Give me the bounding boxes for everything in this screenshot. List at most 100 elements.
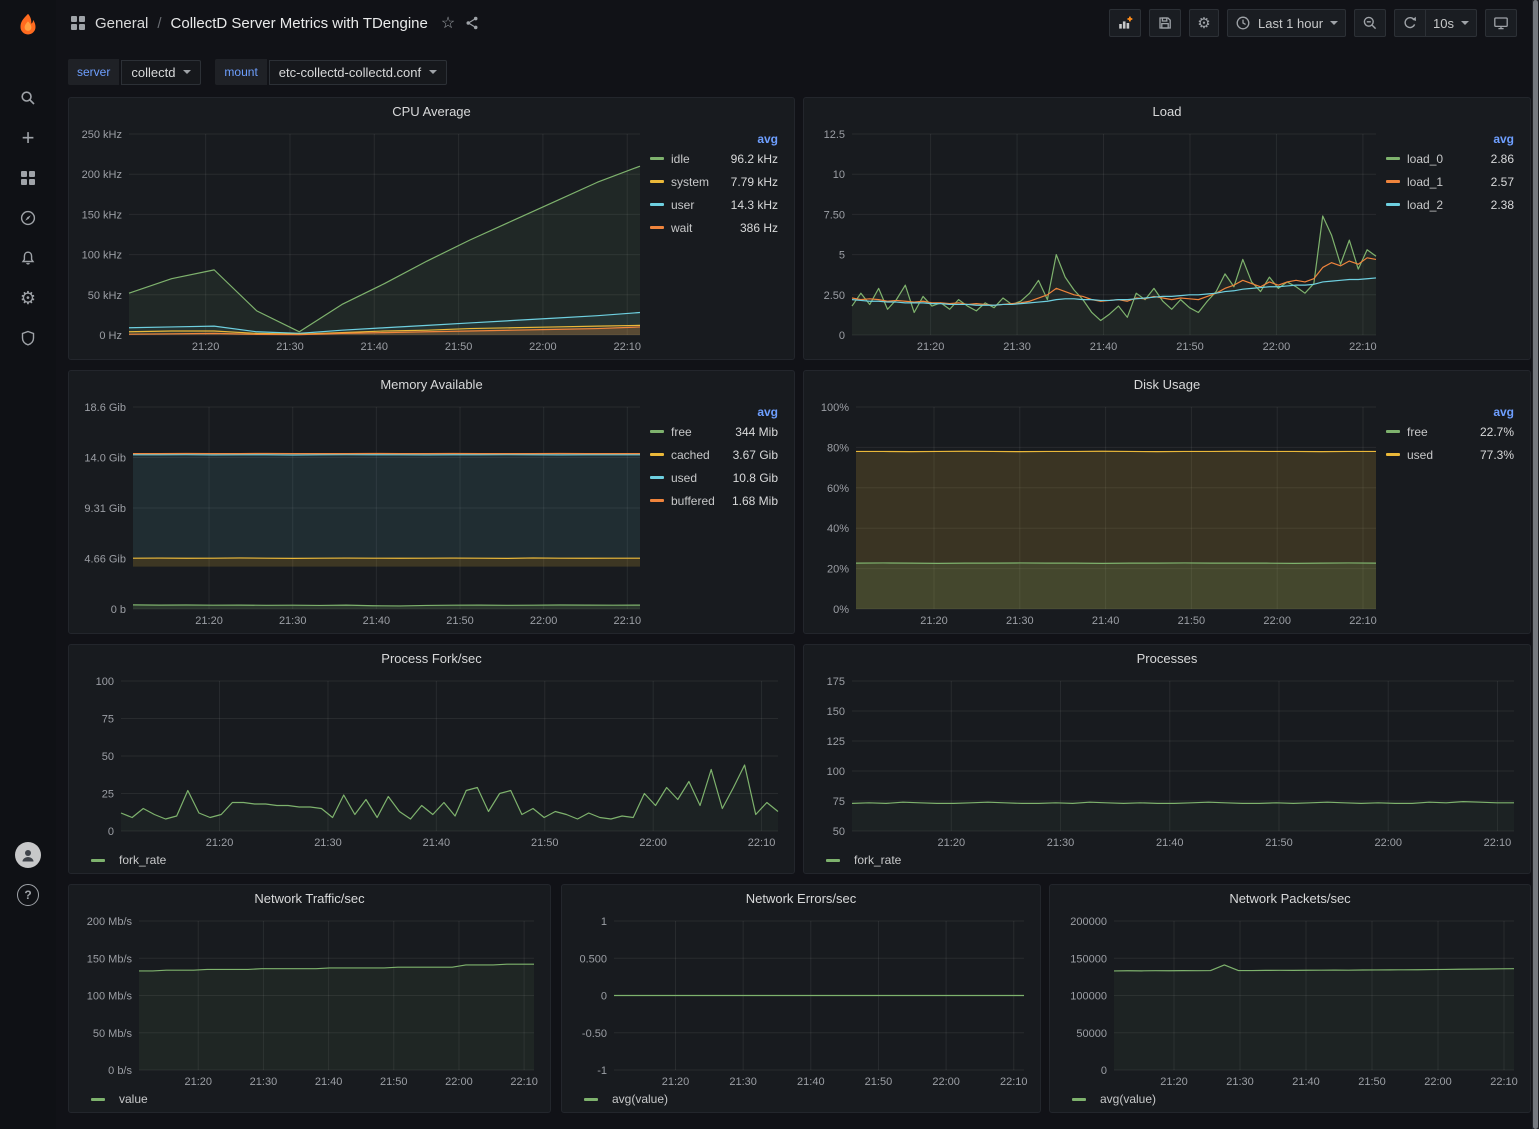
chart-area[interactable]: 02.5057.501012.521:2021:3021:4021:5022:0… (812, 126, 1384, 355)
chart-area[interactable]: 025507510021:2021:3021:4021:5022:0022:10 (77, 673, 786, 851)
legend-header[interactable]: avg (650, 132, 780, 146)
legend-item[interactable]: used77.3% (1386, 443, 1516, 466)
legend-item[interactable]: user14.3 kHz (650, 193, 780, 216)
dashboard-settings-button[interactable]: ⚙ (1189, 9, 1219, 37)
chart-area[interactable]: 0 b/s50 Mb/s100 Mb/s150 Mb/s200 Mb/s21:2… (77, 913, 542, 1090)
legend-series-dash (826, 859, 840, 862)
svg-text:21:40: 21:40 (363, 615, 391, 627)
time-picker-button[interactable]: Last 1 hour (1227, 9, 1346, 37)
share-icon[interactable] (464, 15, 480, 31)
chart-area[interactable]: -1-0.5000.500121:2021:3021:4021:5022:002… (570, 913, 1032, 1090)
add-panel-button[interactable] (1109, 9, 1141, 37)
explore-icon[interactable] (8, 206, 48, 230)
chart-canvas[interactable]: 507510012515017521:2021:3021:4021:5022:0… (812, 673, 1522, 851)
refresh-button[interactable] (1394, 9, 1425, 37)
panel-legend: avgload_02.86load_12.57load_22.38 (1384, 126, 1522, 355)
avatar[interactable] (15, 842, 41, 868)
chart-canvas[interactable]: 025507510021:2021:3021:4021:5022:0022:10 (77, 673, 786, 851)
svg-text:20%: 20% (827, 564, 849, 576)
add-panel-icon (1117, 15, 1133, 31)
svg-text:5: 5 (839, 250, 845, 262)
svg-text:21:30: 21:30 (314, 837, 342, 849)
save-dashboard-button[interactable] (1149, 9, 1181, 37)
create-icon[interactable]: + (8, 126, 48, 150)
legend-series-name: load_0 (1407, 152, 1491, 166)
server-admin-icon[interactable] (8, 326, 48, 350)
refresh-interval-button[interactable]: 10s (1425, 9, 1477, 37)
panel-title[interactable]: Load (804, 98, 1530, 126)
panel-title[interactable]: Disk Usage (804, 371, 1530, 399)
chart-area[interactable]: 0%20%40%60%80%100%21:2021:3021:4021:5022… (812, 399, 1384, 629)
zoom-out-button[interactable] (1354, 9, 1386, 37)
scrollbar-thumb[interactable] (1533, 0, 1538, 1129)
chart-canvas[interactable]: 0 Hz50 kHz100 kHz150 kHz200 kHz250 kHz21… (77, 126, 648, 355)
panel-legend[interactable]: avg(value) (1058, 1090, 1522, 1108)
chart-canvas[interactable]: 02.5057.501012.521:2021:3021:4021:5022:0… (812, 126, 1384, 355)
panel-title[interactable]: CPU Average (69, 98, 794, 126)
panel-legend[interactable]: fork_rate (812, 851, 1522, 869)
legend-item[interactable]: idle96.2 kHz (650, 147, 780, 170)
scrollbar[interactable] (1532, 0, 1539, 1129)
legend-item[interactable]: system7.79 kHz (650, 170, 780, 193)
legend-series-name: buffered (671, 494, 732, 508)
panel-body: 507510012515017521:2021:3021:4021:5022:0… (812, 673, 1522, 869)
legend-header[interactable]: avg (1386, 405, 1516, 419)
chart-canvas[interactable]: 0 b/s50 Mb/s100 Mb/s150 Mb/s200 Mb/s21:2… (77, 913, 542, 1090)
chevron-down-icon (1461, 21, 1469, 25)
star-icon[interactable]: ☆ (441, 13, 455, 33)
panel-title[interactable]: Processes (804, 645, 1530, 673)
chart-area[interactable]: 0 Hz50 kHz100 kHz150 kHz200 kHz250 kHz21… (77, 126, 648, 355)
grafana-logo[interactable] (0, 0, 56, 52)
legend-item[interactable]: buffered1.68 Mib (650, 489, 780, 512)
alerting-icon[interactable] (8, 246, 48, 270)
legend-header[interactable]: avg (650, 405, 780, 419)
chart-area[interactable]: 05000010000015000020000021:2021:3021:402… (1058, 913, 1522, 1090)
configuration-icon[interactable]: ⚙ (8, 286, 48, 310)
submenu: server collectd mount etc-collectd-colle… (68, 57, 447, 87)
svg-text:21:30: 21:30 (729, 1076, 757, 1088)
panel-title[interactable]: Network Packets/sec (1050, 885, 1530, 913)
svg-text:21:20: 21:20 (920, 615, 948, 627)
panel-title[interactable]: Network Errors/sec (562, 885, 1040, 913)
variable-value-dropdown[interactable]: etc-collectd-collectd.conf (269, 60, 447, 85)
help-icon[interactable]: ? (8, 883, 48, 907)
breadcrumb-section[interactable]: General (95, 15, 148, 32)
panel-title[interactable]: Memory Available (69, 371, 794, 399)
svg-text:-1: -1 (597, 1065, 607, 1077)
chart-canvas[interactable]: 0%20%40%60%80%100%21:2021:3021:4021:5022… (812, 399, 1384, 629)
chart-canvas[interactable]: 0 b4.66 Gib9.31 Gib14.0 Gib18.6 Gib21:20… (77, 399, 648, 629)
panel-cpu-average: CPU Average 0 Hz50 kHz100 kHz150 kHz200 … (68, 97, 795, 360)
dashboards-icon[interactable] (8, 166, 48, 190)
variable-mount: mount etc-collectd-collectd.conf (215, 59, 447, 85)
legend-item[interactable]: used10.8 Gib (650, 466, 780, 489)
chart-canvas[interactable]: 05000010000015000020000021:2021:3021:402… (1058, 913, 1522, 1090)
legend-item[interactable]: cached3.67 Gib (650, 443, 780, 466)
legend-item[interactable]: free344 Mib (650, 420, 780, 443)
legend-item[interactable]: wait386 Hz (650, 216, 780, 239)
legend-series-value: 7.79 kHz (731, 175, 780, 189)
chart-canvas[interactable]: -1-0.5000.500121:2021:3021:4021:5022:002… (570, 913, 1032, 1090)
svg-text:21:40: 21:40 (1090, 341, 1118, 353)
search-icon[interactable] (8, 86, 48, 110)
panel-title[interactable]: Network Traffic/sec (69, 885, 550, 913)
legend-header[interactable]: avg (1386, 132, 1516, 146)
svg-text:18.6 Gib: 18.6 Gib (84, 402, 126, 414)
panel-title[interactable]: Process Fork/sec (69, 645, 794, 673)
legend-series-dash (650, 476, 664, 479)
legend-item[interactable]: load_22.38 (1386, 193, 1516, 216)
chart-area[interactable]: 0 b4.66 Gib9.31 Gib14.0 Gib18.6 Gib21:20… (77, 399, 648, 629)
chart-area[interactable]: 507510012515017521:2021:3021:4021:5022:0… (812, 673, 1522, 851)
svg-text:22:10: 22:10 (1349, 341, 1377, 353)
grafana-app: + ⚙ ? General (0, 0, 1539, 1129)
panel-legend[interactable]: value (77, 1090, 542, 1108)
panel-legend[interactable]: avg(value) (570, 1090, 1032, 1108)
legend-item[interactable]: free22.7% (1386, 420, 1516, 443)
legend-item[interactable]: load_02.86 (1386, 147, 1516, 170)
svg-text:9.31 Gib: 9.31 Gib (84, 503, 126, 515)
tv-mode-button[interactable] (1485, 9, 1517, 37)
svg-text:125: 125 (827, 736, 845, 748)
variable-value-dropdown[interactable]: collectd (121, 60, 201, 85)
legend-item[interactable]: load_12.57 (1386, 170, 1516, 193)
panel-legend[interactable]: fork_rate (77, 851, 786, 869)
svg-text:100000: 100000 (1070, 991, 1107, 1003)
